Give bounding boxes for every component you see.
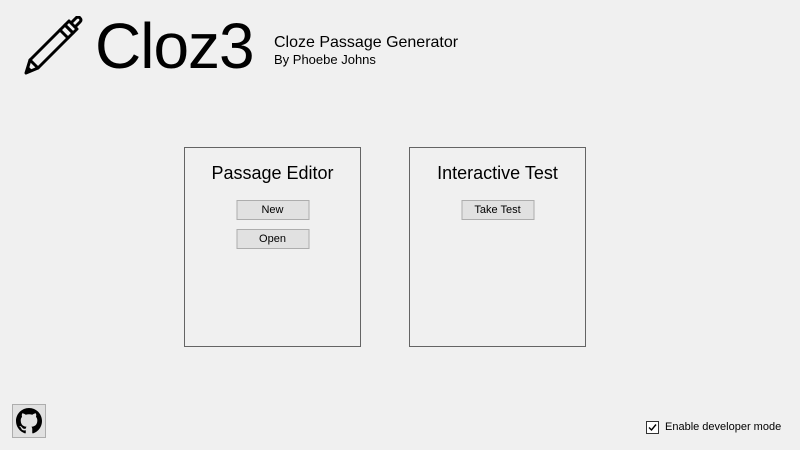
interactive-test-title: Interactive Test xyxy=(437,163,558,183)
new-passage-button[interactable]: New xyxy=(236,200,309,220)
passage-editor-title: Passage Editor xyxy=(211,163,334,183)
open-passage-button[interactable]: Open xyxy=(236,229,309,249)
app-subtitle: Cloze Passage Generator xyxy=(274,34,459,51)
developer-mode-option[interactable]: Enable developer mode xyxy=(646,420,781,435)
author-byline: By Phoebe Johns xyxy=(274,52,376,67)
developer-mode-label: Enable developer mode xyxy=(665,421,782,433)
passage-editor-panel: Passage Editor New Open xyxy=(184,147,361,347)
github-button[interactable] xyxy=(12,404,46,438)
github-icon xyxy=(16,408,42,434)
interactive-test-panel: Interactive Test Take Test xyxy=(409,147,586,347)
checkmark-icon xyxy=(648,424,657,432)
pencil-icon xyxy=(24,16,83,75)
take-test-button[interactable]: Take Test xyxy=(461,200,534,220)
app-title: Cloz3 xyxy=(95,10,255,82)
developer-mode-checkbox[interactable] xyxy=(646,421,659,434)
